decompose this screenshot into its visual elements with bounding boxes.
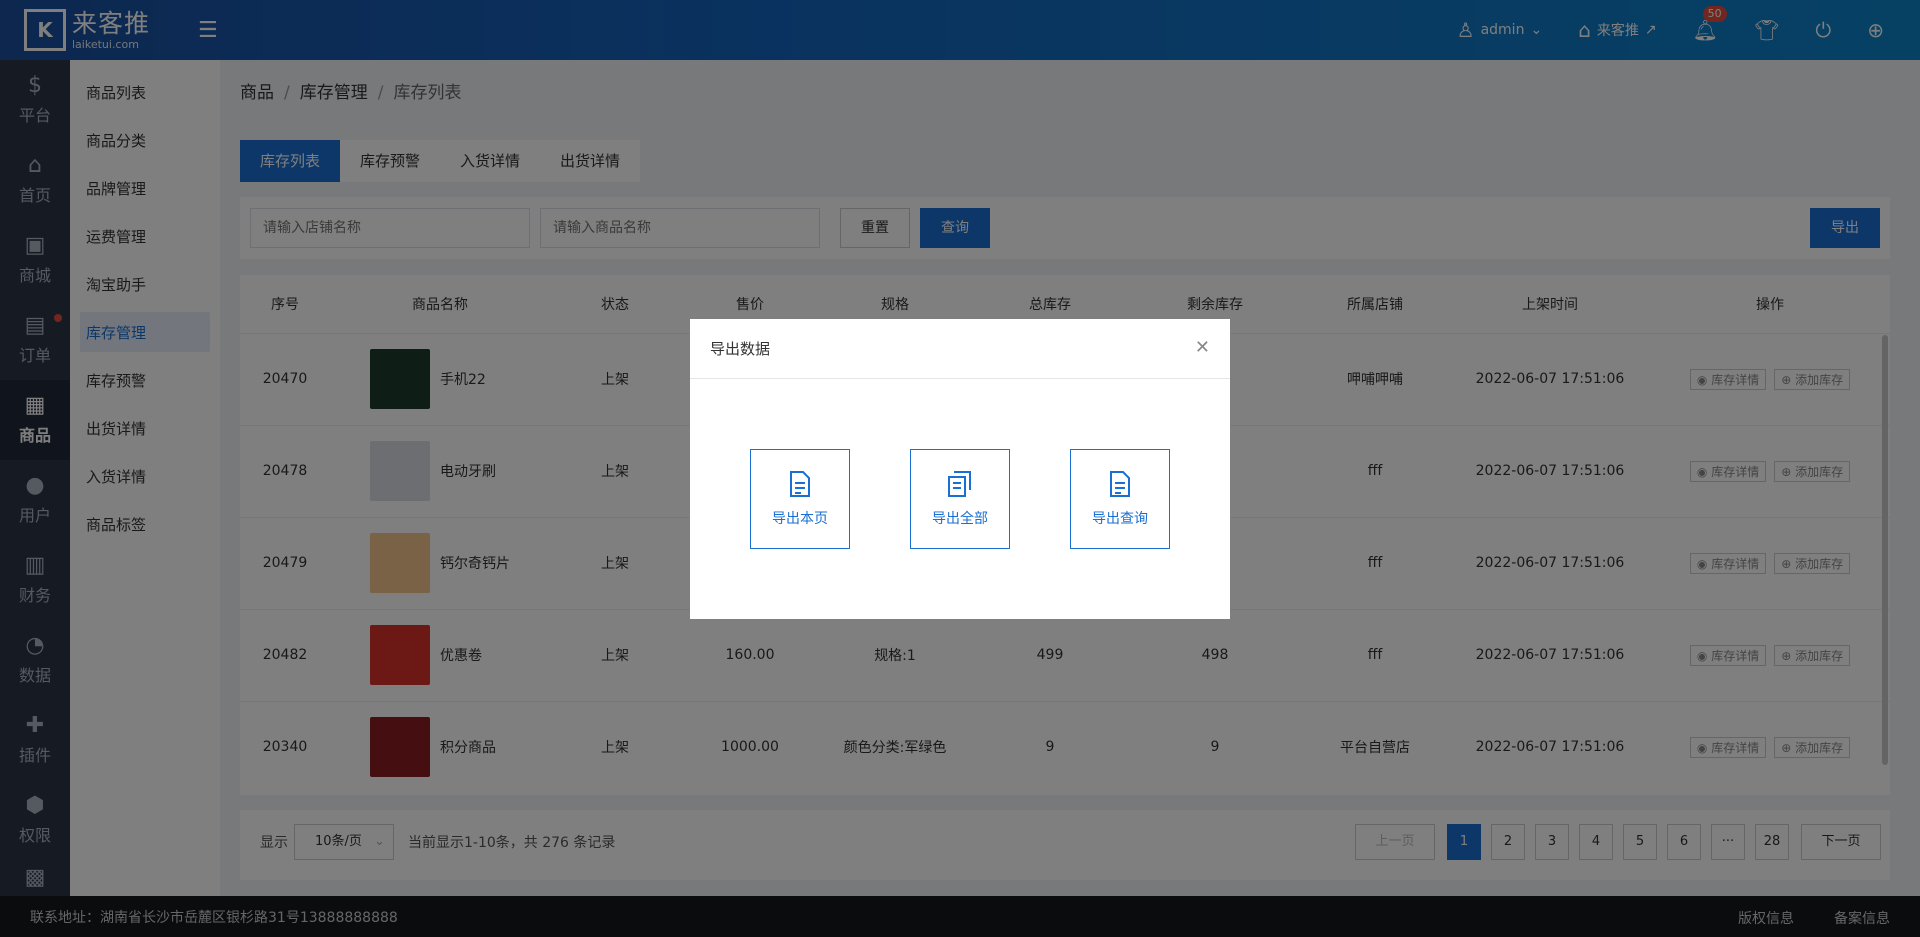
close-icon[interactable]: ✕: [1195, 337, 1210, 358]
document-icon: [790, 471, 810, 497]
export-all-button[interactable]: 导出全部: [910, 449, 1010, 549]
dialog-title: 导出数据: [710, 340, 771, 358]
document-icon: [1110, 471, 1130, 497]
export-option-label: 导出全部: [932, 511, 988, 527]
export-current-page-button[interactable]: 导出本页: [750, 449, 850, 549]
export-dialog: 导出数据 ✕ 导出本页 导出全部 导出查询: [690, 319, 1230, 619]
export-query-button[interactable]: 导出查询: [1070, 449, 1170, 549]
export-option-label: 导出查询: [1092, 511, 1148, 527]
export-option-label: 导出本页: [772, 511, 828, 527]
documents-icon: [948, 471, 971, 497]
